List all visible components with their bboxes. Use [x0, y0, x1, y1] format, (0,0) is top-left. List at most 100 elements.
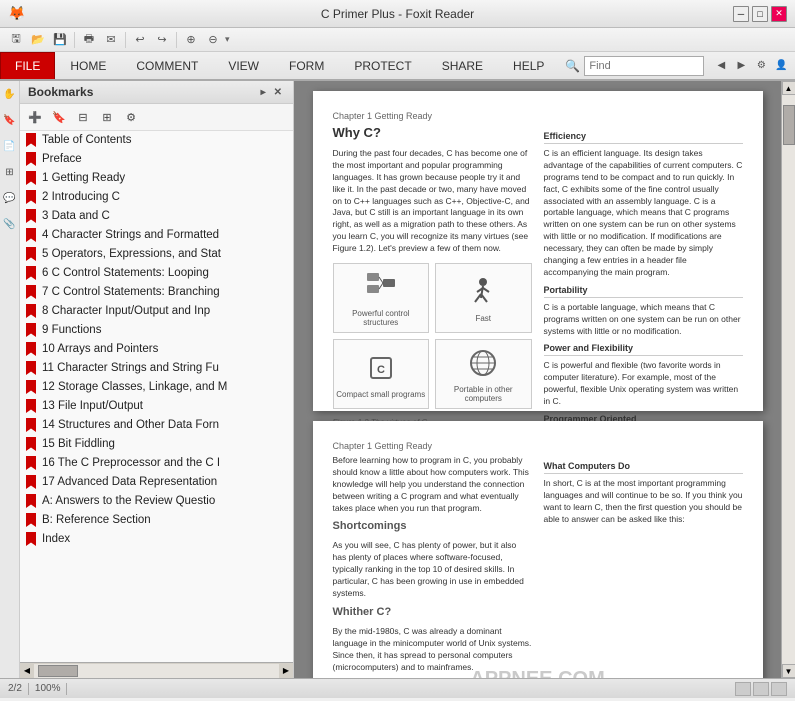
scroll-thumb[interactable]	[783, 105, 795, 145]
sidebar-close-btn[interactable]: ✕	[271, 86, 285, 99]
layers-icon[interactable]: ⊞	[1, 163, 19, 181]
comments-icon[interactable]: 💬	[1, 189, 19, 207]
scroll-track[interactable]	[782, 95, 795, 664]
sidebar-expand-btn[interactable]: ▸	[258, 86, 269, 99]
bookmark-icon-ch10	[24, 342, 38, 356]
sidebar-item-toc[interactable]: Table of Contents	[20, 131, 293, 150]
email-button[interactable]: ✉	[101, 30, 121, 50]
sidebar-item-index[interactable]: Index	[20, 530, 293, 549]
close-button[interactable]: ✕	[771, 6, 787, 22]
nav-user[interactable]: 👤	[772, 57, 790, 75]
sidebar-item-ch6[interactable]: 6 C Control Statements: Looping	[20, 264, 293, 283]
new-button[interactable]: 🖫	[6, 30, 26, 50]
bookmark-panel-icon[interactable]: 🔖	[1, 111, 19, 129]
attachment-icon[interactable]: 📎	[1, 215, 19, 233]
two-page-view-btn[interactable]	[753, 682, 769, 696]
save-button[interactable]: 💾	[50, 30, 70, 50]
sidebar-item-label-ch1: 1 Getting Ready	[42, 172, 289, 184]
sidebar-item-ch14[interactable]: 14 Structures and Other Data Forn	[20, 416, 293, 435]
undo-button[interactable]: ↩	[130, 30, 150, 50]
sidebar-hscrollbar[interactable]: ◀ ▶	[20, 662, 293, 678]
sidebar-item-ch8[interactable]: 8 Character Input/Output and Inp	[20, 302, 293, 321]
nav-prev[interactable]: ◀	[712, 57, 730, 75]
zoom-out-button[interactable]: ⊖	[203, 30, 223, 50]
img-caption-3: Compact small programs	[336, 390, 425, 399]
sidebar-item-label-ch10: 10 Arrays and Pointers	[42, 343, 289, 355]
sidebar-item-ch13[interactable]: 13 File Input/Output	[20, 397, 293, 416]
nav-next[interactable]: ▶	[732, 57, 750, 75]
sidebar-item-ch9[interactable]: 9 Functions	[20, 321, 293, 340]
sidebar-scroll-left[interactable]: ◀	[20, 664, 34, 678]
sidebar-item-ch7[interactable]: 7 C Control Statements: Branching	[20, 283, 293, 302]
sidebar-item-ch11[interactable]: 11 Character Strings and String Fu	[20, 359, 293, 378]
sidebar-expand-all-btn[interactable]: ⊞	[96, 107, 118, 127]
page-1-port-title: Portability	[544, 285, 743, 298]
sidebar-item-ch4[interactable]: 4 Character Strings and Formatted	[20, 226, 293, 245]
sidebar-item-ch3[interactable]: 3 Data and C	[20, 207, 293, 226]
tab-protect[interactable]: PROTECT	[339, 52, 426, 79]
print-button[interactable]: 🖶	[79, 30, 99, 50]
scroll-up-btn[interactable]: ▲	[782, 81, 795, 95]
page-1-body: During the past four decades, C has beco…	[333, 148, 532, 255]
zoom-in-button[interactable]: ⊕	[181, 30, 201, 50]
hand-icon[interactable]: ✋	[1, 85, 19, 103]
tab-share[interactable]: SHARE	[427, 52, 498, 79]
bookmark-icon-ch14	[24, 418, 38, 432]
redo-button[interactable]: ↪	[152, 30, 172, 50]
sidebar-item-label-index: Index	[42, 533, 289, 545]
main-container: ✋ 🔖 📄 ⊞ 💬 📎 Bookmarks ▸ ✕ ➕ 🔖 ⊟ ⊞ ⚙ Tabl…	[0, 81, 795, 678]
sidebar-item-ch10[interactable]: 10 Arrays and Pointers	[20, 340, 293, 359]
sidebar-item-ch2[interactable]: 2 Introducing C	[20, 188, 293, 207]
sidebar-item-ch1[interactable]: 1 Getting Ready	[20, 169, 293, 188]
scroll-view-btn[interactable]	[771, 682, 787, 696]
page-2-short-title: Shortcomings	[333, 520, 532, 532]
sidebar-item-ch12[interactable]: 12 Storage Classes, Linkage, and M	[20, 378, 293, 397]
img-box-2: Fast	[435, 263, 532, 333]
bookmark-icon-preface	[24, 152, 38, 166]
open-button[interactable]: 📂	[28, 30, 48, 50]
nav-settings[interactable]: ⚙	[752, 57, 770, 75]
sidebar-item-label-ch7: 7 C Control Statements: Branching	[42, 286, 289, 298]
toolbar-separator-1	[74, 32, 75, 48]
sidebar-item-appendix-a[interactable]: A: Answers to the Review Questio	[20, 492, 293, 511]
bookmark-icon-ch8	[24, 304, 38, 318]
sidebar-scroll-right[interactable]: ▶	[279, 664, 293, 678]
tab-view[interactable]: VIEW	[213, 52, 274, 79]
img-box-3: C Compact small programs	[333, 339, 430, 409]
tab-help[interactable]: HELP	[498, 52, 559, 79]
sidebar-collapse-btn[interactable]: ⊟	[72, 107, 94, 127]
sidebar-item-label-ch17: 17 Advanced Data Representation	[42, 476, 289, 488]
scroll-down-btn[interactable]: ▼	[782, 664, 795, 678]
pages-icon[interactable]: 📄	[1, 137, 19, 155]
window-title: C Primer Plus - Foxit Reader	[0, 7, 795, 21]
sidebar-item-label-ch12: 12 Storage Classes, Linkage, and M	[42, 381, 289, 393]
sidebar-scroll-thumb[interactable]	[38, 665, 78, 677]
tab-form[interactable]: FORM	[274, 52, 339, 79]
img-caption-4: Portable in other computers	[436, 385, 531, 403]
tab-comment[interactable]: COMMENT	[121, 52, 213, 79]
sidebar-item-preface[interactable]: Preface	[20, 150, 293, 169]
minimize-button[interactable]: ─	[733, 6, 749, 22]
sidebar-item-appendix-b[interactable]: B: Reference Section	[20, 511, 293, 530]
sidebar-item-ch16[interactable]: 16 The C Preprocessor and the C I	[20, 454, 293, 473]
right-scrollbar[interactable]: ▲ ▼	[781, 81, 795, 678]
sidebar: Bookmarks ▸ ✕ ➕ 🔖 ⊟ ⊞ ⚙ Table of Content…	[20, 81, 294, 678]
ribbon-nav: ◀ ▶ ⚙ 👤 ▾	[708, 57, 795, 75]
sidebar-item-ch5[interactable]: 5 Operators, Expressions, and Stat	[20, 245, 293, 264]
bookmark-icon-toc	[24, 133, 38, 147]
img-box-4: Portable in other computers	[435, 339, 532, 409]
tab-home[interactable]: HOME	[55, 52, 121, 79]
sidebar-item-ch17[interactable]: 17 Advanced Data Representation	[20, 473, 293, 492]
sidebar-bookmark-btn[interactable]: 🔖	[48, 107, 70, 127]
maximize-button[interactable]: □	[752, 6, 768, 22]
window-controls[interactable]: ─ □ ✕	[733, 6, 787, 22]
sidebar-item-ch15[interactable]: 15 Bit Fiddling	[20, 435, 293, 454]
sidebar-item-label-ch4: 4 Character Strings and Formatted	[42, 229, 289, 241]
search-area: 🔍 ◀ ▶ ⚙ 👤 ▾	[559, 52, 795, 79]
search-input[interactable]	[584, 56, 704, 76]
content-area[interactable]: Chapter 1 Getting Ready Why C? During th…	[294, 81, 781, 678]
single-page-view-btn[interactable]	[735, 682, 751, 696]
sidebar-add-btn[interactable]: ➕	[24, 107, 46, 127]
tab-file[interactable]: FILE	[0, 52, 55, 79]
sidebar-settings-btn[interactable]: ⚙	[120, 107, 142, 127]
